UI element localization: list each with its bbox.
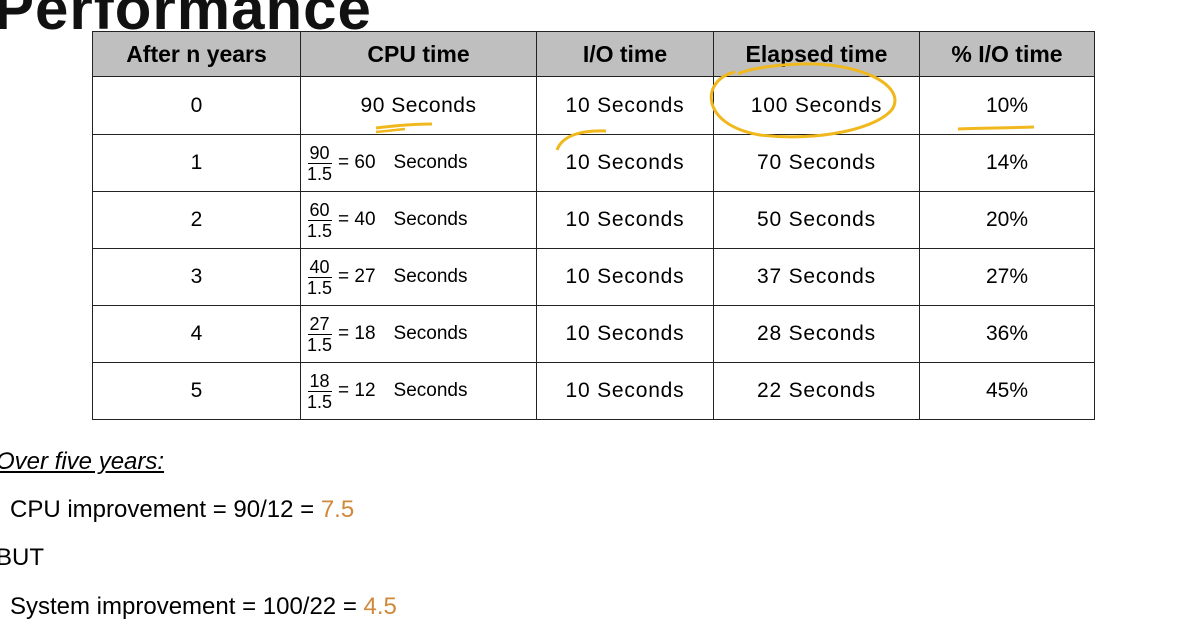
cell-year: 1 (92, 134, 301, 192)
system-improvement-label: System improvement = 100/22 = (10, 593, 364, 620)
header-io-time: I/O time (536, 31, 714, 77)
fraction-denominator: 1.5 (307, 334, 333, 355)
cell-year: 2 (92, 191, 301, 249)
cpu-fraction: 90 1.5 (305, 143, 334, 184)
summary-heading: Over five years: (0, 448, 165, 475)
cell-year: 5 (92, 362, 301, 420)
cell-year: 3 (92, 248, 301, 306)
cell-io-time: 10 Seconds (536, 305, 714, 363)
header-pct-io-time: % I/O time (919, 31, 1095, 77)
cell-cpu-time: 90 1.5 = 60 Seconds (300, 134, 537, 192)
cell-cpu-time: 18 1.5 = 12 Seconds (300, 362, 537, 420)
but-line: BUT (0, 544, 44, 571)
fraction-numerator: 27 (307, 313, 332, 335)
cell-io-time: 10 Seconds (536, 76, 714, 135)
performance-table: After n years CPU time I/O time Elapsed … (92, 31, 1095, 420)
cell-io-time: 10 Seconds (536, 191, 714, 249)
table-row: 3 40 1.5 = 27 Seconds 10 Seconds 37 Secon… (92, 248, 1095, 306)
fraction-numerator: 40 (307, 256, 332, 278)
cpu-result: = 18 (338, 323, 376, 344)
cell-cpu-time: 60 1.5 = 40 Seconds (300, 191, 537, 249)
cell-io-time: 10 Seconds (536, 362, 714, 420)
table-row: 5 18 1.5 = 12 Seconds 10 Seconds 22 Secon… (92, 362, 1095, 420)
cell-cpu-time: 90 Seconds (300, 76, 537, 135)
cpu-unit: Seconds (393, 380, 468, 401)
fraction-denominator: 1.5 (307, 220, 333, 241)
table-row: 0 90 Seconds 10 Seconds 100 Seconds 10% (92, 76, 1095, 135)
cell-pct-io: 45% (919, 362, 1095, 420)
cpu-improvement-line: CPU improvement = 90/12 = 7.5 (0, 496, 354, 524)
fraction-denominator: 1.5 (307, 163, 333, 184)
cpu-result: = 27 (338, 266, 376, 287)
fraction-numerator: 90 (307, 142, 332, 164)
cell-elapsed-time: 70 Seconds (713, 134, 920, 192)
table-row: 4 27 1.5 = 18 Seconds 10 Seconds 28 Secon… (92, 305, 1095, 363)
cpu-fraction: 40 1.5 (305, 257, 334, 298)
cell-pct-io: 27% (919, 248, 1095, 306)
fraction-numerator: 18 (307, 370, 332, 392)
fraction-denominator: 1.5 (307, 277, 333, 298)
cell-elapsed-time: 22 Seconds (713, 362, 920, 420)
cell-elapsed-time: 50 Seconds (713, 191, 920, 249)
cpu-improvement-value: 7.5 (320, 496, 355, 523)
system-improvement-value: 4.5 (363, 593, 397, 620)
header-cpu-time: CPU time (300, 31, 537, 77)
cell-io-time: 10 Seconds (536, 248, 714, 306)
table-header-row: After n years CPU time I/O time Elapsed … (92, 31, 1095, 77)
cell-elapsed-time: 28 Seconds (713, 305, 920, 363)
cell-year: 0 (92, 76, 301, 135)
cell-year: 4 (92, 305, 301, 363)
fraction-denominator: 1.5 (307, 391, 333, 412)
cell-elapsed-time: 37 Seconds (713, 248, 920, 306)
table-row: 2 60 1.5 = 40 Seconds 10 Seconds 50 Secon… (92, 191, 1095, 249)
cpu-fraction: 60 1.5 (305, 200, 334, 241)
cell-elapsed-time: 100 Seconds (713, 76, 920, 135)
cell-io-time: 10 Seconds (536, 134, 714, 192)
cell-pct-io: 14% (919, 134, 1095, 192)
cpu-result: = 40 (338, 209, 376, 230)
cell-cpu-time: 27 1.5 = 18 Seconds (300, 305, 537, 363)
cpu-result: = 60 (338, 152, 376, 173)
cpu-unit: Seconds (393, 266, 468, 287)
table-row: 1 90 1.5 = 60 Seconds 10 Seconds 70 Secon… (92, 134, 1095, 192)
header-after-n-years: After n years (92, 31, 301, 77)
system-improvement-line: System improvement = 100/22 = 4.5 (0, 593, 397, 621)
cpu-result: = 12 (338, 380, 376, 401)
cpu-fraction: 27 1.5 (305, 314, 334, 355)
cpu-unit: Seconds (393, 323, 468, 344)
cpu-fraction: 18 1.5 (305, 371, 334, 412)
cpu-unit: Seconds (393, 209, 468, 230)
header-elapsed-time: Elapsed time (713, 31, 920, 77)
cell-pct-io: 36% (919, 305, 1095, 363)
cell-cpu-time: 40 1.5 = 27 Seconds (300, 248, 537, 306)
cell-pct-io: 10% (919, 76, 1095, 135)
cpu-unit: Seconds (393, 152, 468, 173)
fraction-numerator: 60 (307, 199, 332, 221)
cell-pct-io: 20% (919, 191, 1095, 249)
cpu-improvement-label: CPU improvement = 90/12 = (10, 496, 321, 523)
